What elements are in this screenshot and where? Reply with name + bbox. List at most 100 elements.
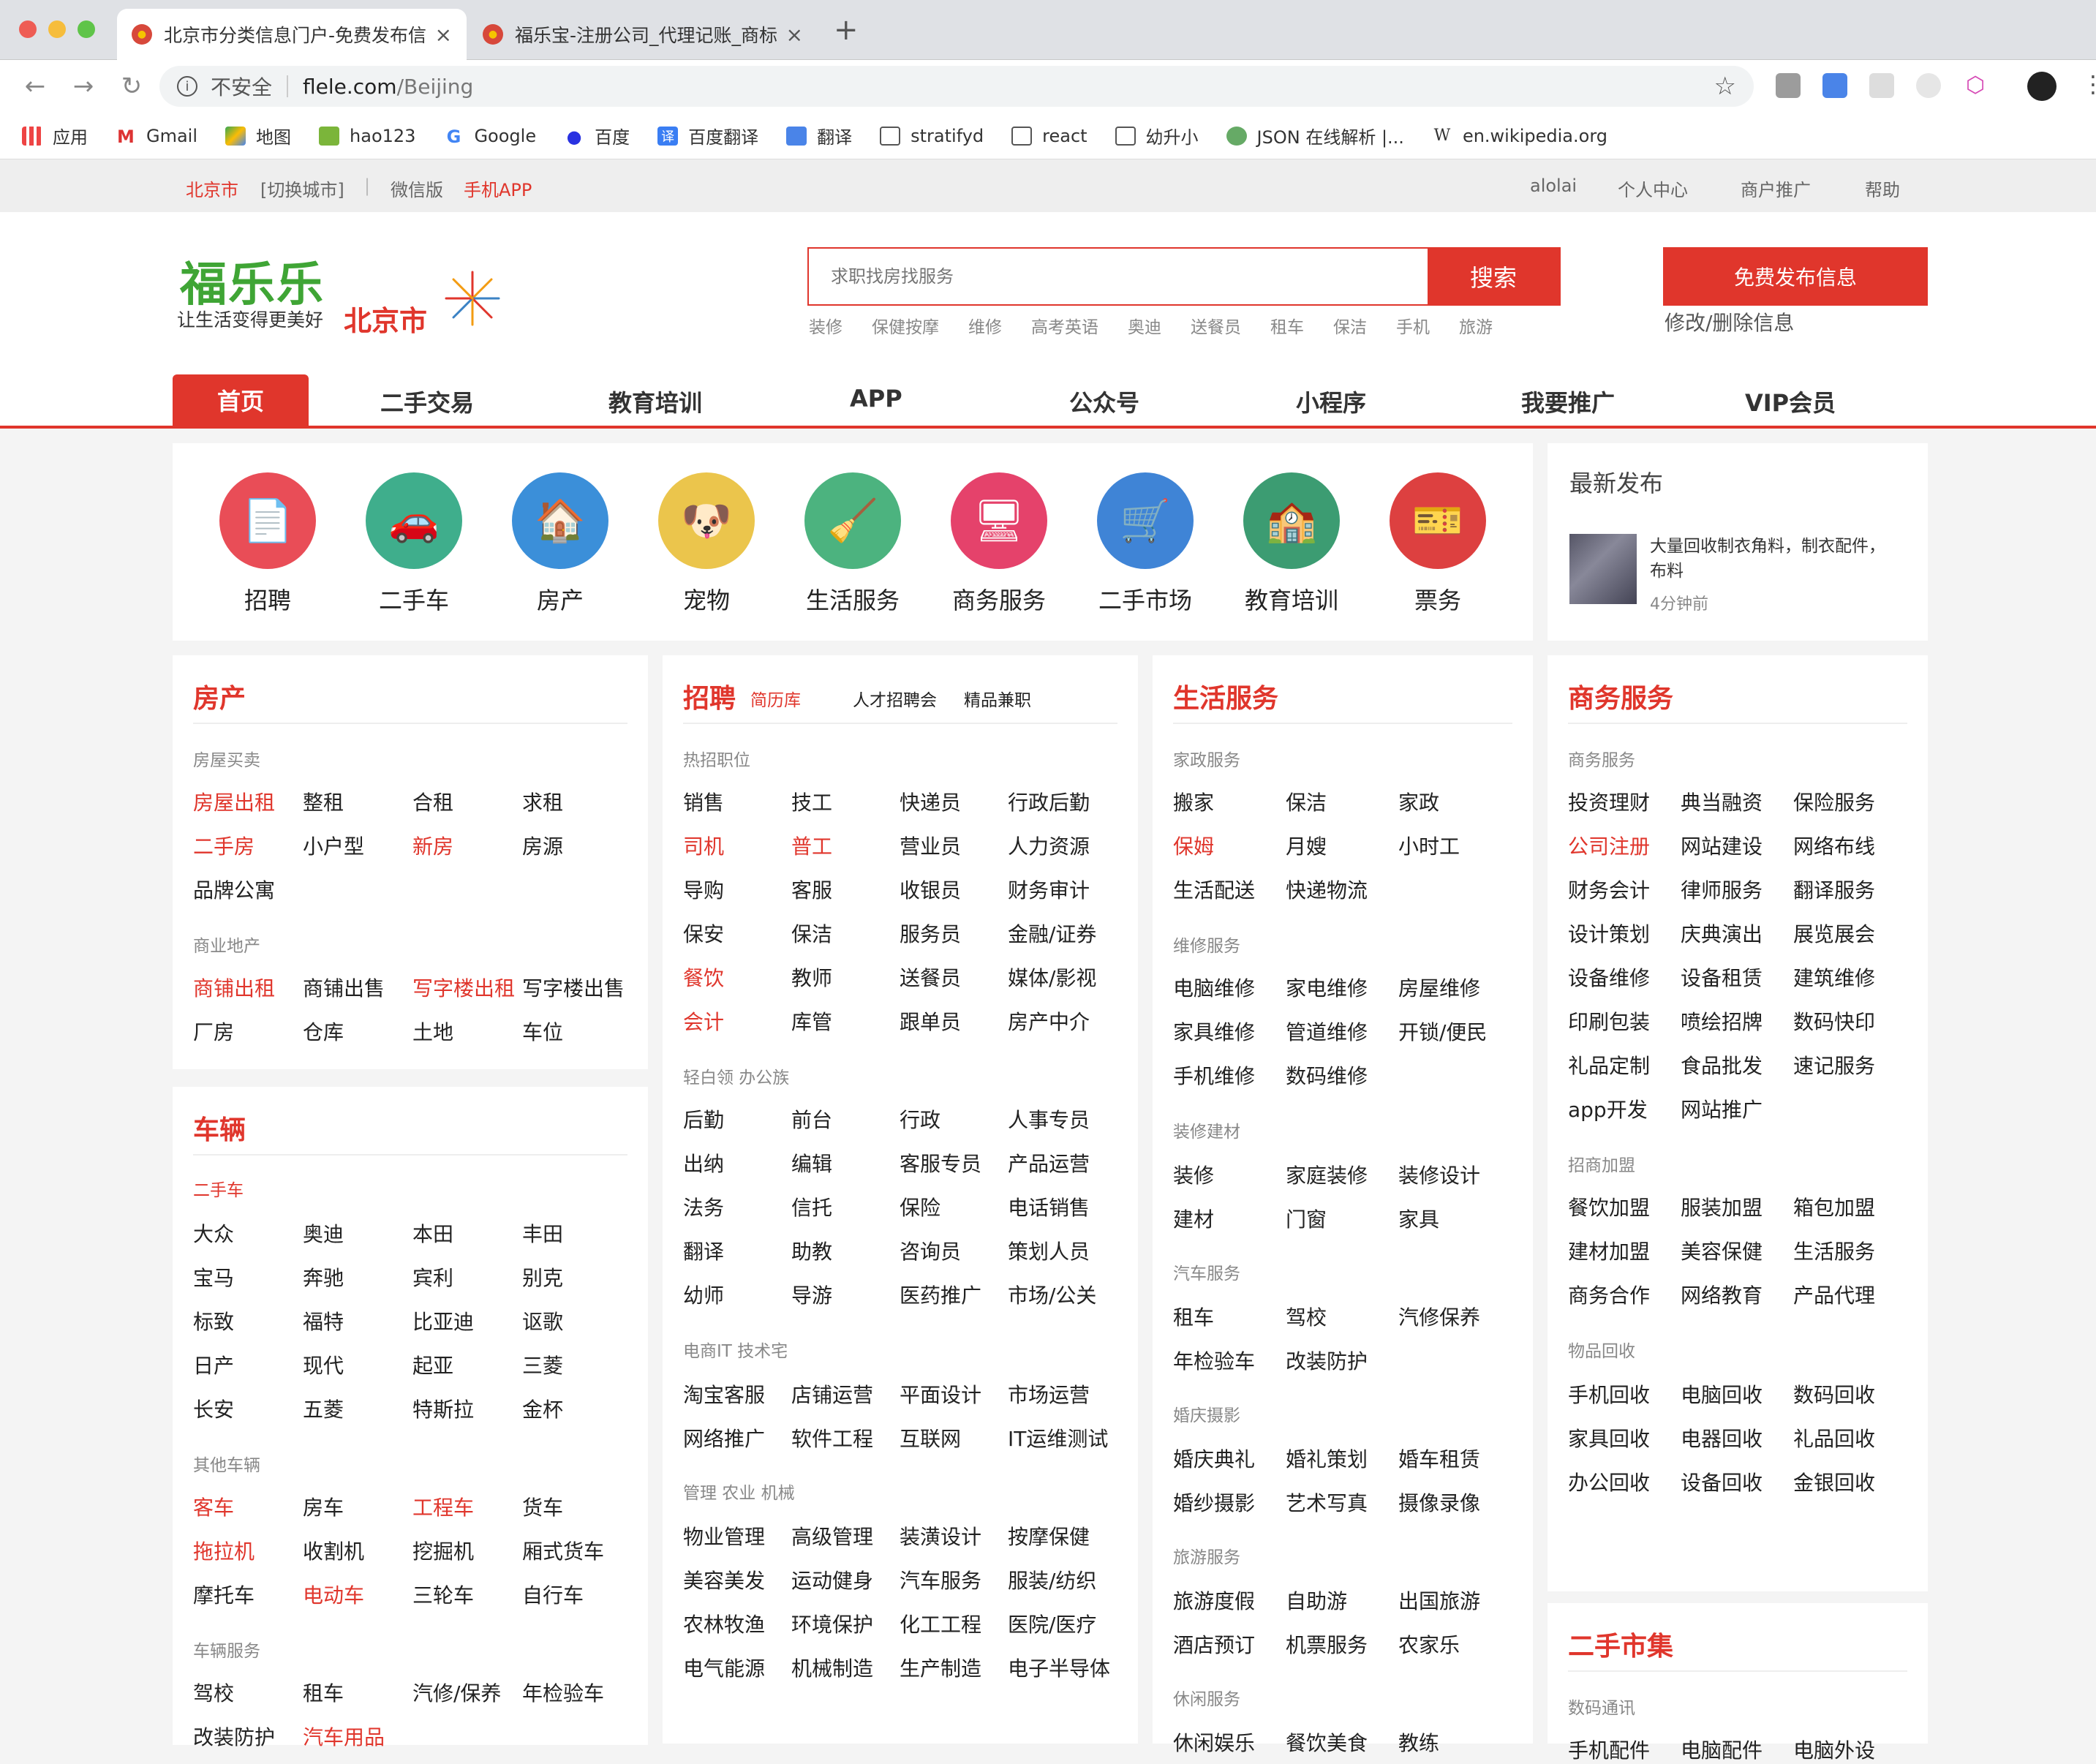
- category-link[interactable]: 起亚: [412, 1350, 453, 1379]
- category-link[interactable]: 房屋出租: [193, 787, 275, 816]
- category-link[interactable]: 产品代理: [1793, 1280, 1875, 1309]
- bookmark-translate[interactable]: 翻译: [786, 123, 852, 148]
- category-link[interactable]: 数码回收: [1793, 1379, 1875, 1409]
- category-link[interactable]: 旅游度假: [1173, 1586, 1255, 1615]
- category-link[interactable]: 设备租赁: [1681, 962, 1763, 992]
- category-link[interactable]: 家具回收: [1568, 1423, 1650, 1452]
- category-link[interactable]: 出纳: [683, 1148, 724, 1177]
- category-link[interactable]: 丰田: [522, 1218, 563, 1248]
- category-link[interactable]: 网络推广: [683, 1423, 765, 1452]
- category-link[interactable]: 礼品定制: [1568, 1050, 1650, 1079]
- translate-icon[interactable]: [1822, 73, 1847, 98]
- category-link[interactable]: 家庭装修: [1286, 1160, 1368, 1189]
- category-link[interactable]: 农林牧渔: [683, 1609, 765, 1638]
- category-link[interactable]: 金杯: [522, 1394, 563, 1423]
- category-link[interactable]: 编辑: [791, 1148, 832, 1177]
- category-link[interactable]: 电脑维修: [1173, 973, 1255, 1002]
- graphql-icon[interactable]: ⬡: [1963, 73, 1988, 98]
- category-link[interactable]: 幼师: [683, 1280, 724, 1309]
- category-link[interactable]: 客服专员: [900, 1148, 981, 1177]
- category-link[interactable]: 物业管理: [683, 1521, 765, 1550]
- category-link[interactable]: 土地: [412, 1017, 453, 1046]
- category-link[interactable]: 挖掘机: [412, 1536, 474, 1565]
- category-link[interactable]: 行政: [900, 1104, 940, 1134]
- category-link[interactable]: 人力资源: [1008, 831, 1090, 860]
- hot-keyword[interactable]: 奥迪: [1128, 318, 1161, 337]
- category-link[interactable]: 自行车: [522, 1580, 584, 1609]
- category-link[interactable]: 箱包加盟: [1793, 1192, 1875, 1221]
- category-link[interactable]: 电脑配件: [1681, 1735, 1763, 1764]
- category-link[interactable]: 医院/医疗: [1008, 1609, 1096, 1638]
- category-link[interactable]: 平面设计: [900, 1379, 981, 1409]
- category-link[interactable]: 家电维修: [1286, 973, 1368, 1002]
- category-link[interactable]: 互联网: [900, 1423, 961, 1452]
- category-link[interactable]: 保洁: [1286, 787, 1327, 816]
- category-link[interactable]: 标致: [193, 1306, 234, 1335]
- category-link[interactable]: 行政后勤: [1008, 787, 1090, 816]
- maximize-window-button[interactable]: [78, 20, 95, 38]
- category-link[interactable]: 库管: [791, 1006, 832, 1036]
- category-link[interactable]: 二手房: [193, 831, 255, 860]
- hot-keyword[interactable]: 租车: [1270, 318, 1304, 337]
- category-link[interactable]: 租车: [303, 1678, 344, 1707]
- category-link[interactable]: 三菱: [522, 1350, 563, 1379]
- bookmark-react[interactable]: react: [1011, 126, 1087, 146]
- category-link[interactable]: 生活配送: [1173, 875, 1255, 904]
- nav-promote[interactable]: 我要推广: [1521, 385, 1615, 418]
- category-link[interactable]: 大众: [193, 1218, 234, 1248]
- category-link[interactable]: 厢式货车: [522, 1536, 604, 1565]
- star-icon[interactable]: ☆: [1714, 72, 1736, 101]
- category-link[interactable]: 典当融资: [1681, 787, 1763, 816]
- extension-icon[interactable]: [1869, 73, 1894, 98]
- category-link[interactable]: 改装防护: [1286, 1346, 1368, 1375]
- category-link[interactable]: 别克: [522, 1262, 563, 1292]
- category-link[interactable]: 驾校: [1286, 1302, 1327, 1331]
- category-link[interactable]: 设计策划: [1568, 919, 1650, 948]
- latest-item-title[interactable]: 大量回收制衣角料，制衣配件，布料: [1650, 534, 1899, 584]
- category-link[interactable]: 服装加盟: [1681, 1192, 1763, 1221]
- category-link[interactable]: 网络布线: [1793, 831, 1875, 860]
- category-link[interactable]: 庆典演出: [1681, 919, 1763, 948]
- category-link[interactable]: 合租: [412, 787, 453, 816]
- category-link[interactable]: 品牌公寓: [193, 875, 275, 904]
- category-link[interactable]: 房屋维修: [1398, 973, 1480, 1002]
- category-link[interactable]: 策划人员: [1008, 1236, 1090, 1265]
- category-link[interactable]: 商务合作: [1568, 1280, 1650, 1309]
- category-link[interactable]: 客车: [193, 1492, 234, 1521]
- category-link[interactable]: 酒店预订: [1173, 1629, 1255, 1659]
- category-link[interactable]: 导游: [791, 1280, 832, 1309]
- category-link[interactable]: 写字楼出售: [522, 973, 625, 1002]
- section-title-vehicles[interactable]: 车辆: [193, 1109, 246, 1147]
- category-link[interactable]: 数码快印: [1793, 1006, 1875, 1036]
- subsection-label[interactable]: 二手车: [193, 1176, 244, 1201]
- hot-keyword[interactable]: 旅游: [1459, 318, 1493, 337]
- category-link[interactable]: 收银员: [900, 875, 961, 904]
- category-link[interactable]: 网络教育: [1681, 1280, 1763, 1309]
- category-link[interactable]: 建材加盟: [1568, 1236, 1650, 1265]
- category-link[interactable]: 货车: [522, 1492, 563, 1521]
- category-link[interactable]: 建材: [1173, 1204, 1214, 1233]
- category-link[interactable]: 会计: [683, 1006, 724, 1036]
- bookmark-json[interactable]: JSON 在线解析 |...: [1226, 123, 1404, 148]
- category-link[interactable]: 办公回收: [1568, 1467, 1650, 1496]
- category-link[interactable]: 装修设计: [1398, 1160, 1480, 1189]
- category-link[interactable]: 宝马: [193, 1262, 234, 1292]
- category-link[interactable]: 自助游: [1286, 1586, 1347, 1615]
- category-link[interactable]: 商铺出租: [193, 973, 275, 1002]
- category-link[interactable]: 婚纱摄影: [1173, 1488, 1255, 1517]
- category-link[interactable]: 淘宝客服: [683, 1379, 765, 1409]
- category-link[interactable]: 客服: [791, 875, 832, 904]
- extension-icon[interactable]: [1776, 73, 1801, 98]
- category-link[interactable]: 手机维修: [1173, 1060, 1255, 1090]
- category-link[interactable]: 送餐员: [900, 962, 961, 992]
- help-link[interactable]: 帮助: [1865, 176, 1900, 201]
- category-link[interactable]: 新房: [412, 831, 453, 860]
- search-button[interactable]: 搜索: [1428, 249, 1559, 304]
- category-link[interactable]: 设备维修: [1568, 962, 1650, 992]
- category-link[interactable]: 财务会计: [1568, 875, 1650, 904]
- category-link[interactable]: 家具维修: [1173, 1017, 1255, 1046]
- category-link[interactable]: 信托: [791, 1192, 832, 1221]
- category-link[interactable]: 高级管理: [791, 1521, 873, 1550]
- info-icon[interactable]: i: [177, 76, 197, 97]
- nav-vip[interactable]: VIP会员: [1745, 385, 1836, 418]
